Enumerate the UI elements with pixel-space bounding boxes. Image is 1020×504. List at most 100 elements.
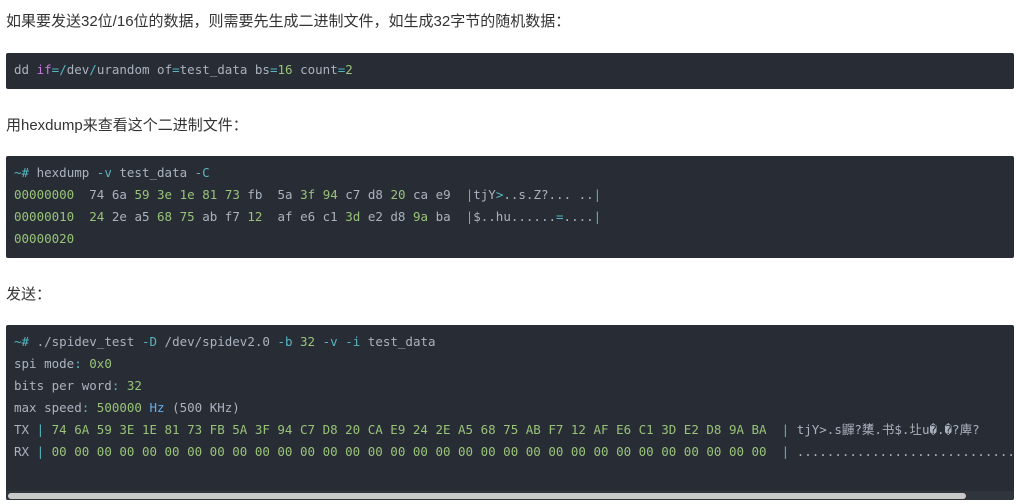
ascii-text: $..hu...... [473,209,557,224]
hex-bytes: ca e9 [405,187,466,202]
path-prefix: /dev/ [157,334,203,349]
hexdump-cmd: hexdump [29,165,97,180]
hex-num: 12 [247,209,263,224]
hex-num: 9a [412,209,429,224]
ascii-text: .... [563,209,594,224]
eq-op: = [172,62,180,77]
tx-label: TX [14,422,30,437]
bs-keyword: bs [254,62,270,77]
hex-num: 3d [345,209,361,224]
hex-num: 3e [157,187,173,202]
max-speed-line: max speed: 500000 Hz (500 KHz) [14,397,1014,419]
speed-khz: (500 KHz) [164,400,240,415]
opt-v: -v [322,334,338,349]
hex-bytes [150,187,158,202]
tx-ascii: tjY>.s鼲?橥.书$.圵u�.�?庳? [796,422,980,437]
offset: 00000010 [14,209,75,224]
colon: : [111,378,127,393]
offset: 00000000 [14,187,75,202]
tx-hex: 74 6A 59 3E 1E 81 73 FB 5A 3F 94 C7 D8 2… [51,422,767,437]
scrollbar-thumb[interactable] [8,493,966,499]
prompt: ~# [14,165,30,180]
dd-code-block: dd if=/dev/urandom of=test_data bs=16 co… [6,53,1014,89]
pipe: | [593,209,602,224]
file-name: test_data [360,334,436,349]
offset: 00000020 [14,231,75,246]
bits-per-word-label: bits per word [14,378,112,393]
hex-bytes: e2 d8 [360,209,413,224]
dev-text: dev [66,62,90,77]
spi-mode-label: spi mode [14,356,75,371]
opt-D: -D [141,334,158,349]
hex-bytes: 2e a5 [104,209,158,224]
pipe: | [766,422,797,437]
count-value: 2 [345,62,353,77]
slash-op: / [59,62,67,77]
send-paragraph: 发送： [6,286,52,303]
pipe: | [29,422,52,437]
hex-bytes: fb 5a [239,187,301,202]
spi-mode-line: spi mode: 0x0 [14,353,1014,375]
of-value: test_data [179,62,248,77]
of-keyword: of [157,62,173,77]
colon: : [74,356,90,371]
max-speed-value: 500000 [96,400,142,415]
ascii-text: tjY [473,187,496,202]
hexdump-row-3: 00000020 [14,228,1014,250]
speed-unit: Hz [149,400,165,415]
hex-num: 20 [390,187,406,202]
hex-bytes: af e6 c1 [262,209,346,224]
opt-v: -v [96,165,112,180]
file-name: test_data [111,165,195,180]
hexdump-row-2: 00000010 24 2e a5 68 75 ab f7 12 af e6 c… [14,206,1014,228]
hexdump-row-1: 00000000 74 6a 59 3e 1e 81 73 fb 5a 3f 9… [14,184,1014,206]
hex-bytes: 74 6a [74,187,135,202]
rx-label: RX [14,444,30,459]
colon: : [81,400,97,415]
hex-bytes [217,187,225,202]
hex-num: 68 [157,209,173,224]
hex-bytes [172,187,180,202]
hex-num: 24 [89,209,105,224]
hex-bytes: ab f7 [194,209,248,224]
spidev-cmd: ./spidev_test [29,334,142,349]
urandom-text: urandom [96,62,150,77]
eq-op: = [556,209,564,224]
hex-bytes: c7 d8 [337,187,391,202]
prompt: ~# [14,334,30,349]
max-speed-label: max speed [14,400,82,415]
eq-op: = [269,62,278,77]
hex-num: 3f [300,187,316,202]
pipe: | [593,187,602,202]
rx-ascii: ................................ [796,444,1014,459]
bits-per-word-value: 32 [126,378,142,393]
pipe: | [29,444,52,459]
dd-command-line: dd if=/dev/urandom of=test_data bs=16 co… [14,59,1014,81]
hexdump-code-block: ~# hexdump -v test_data -C 00000000 74 6… [6,156,1014,258]
hex-bytes [74,209,89,224]
tx-line: TX | 74 6A 59 3E 1E 81 73 FB 5A 3F 94 C7… [14,419,1014,441]
path-device: spidev2.0 [202,334,270,349]
if-keyword: if [36,62,52,77]
opt-C: -C [194,165,210,180]
hexdump-command-line: ~# hexdump -v test_data -C [14,162,1014,184]
hex-num: 1e [179,187,195,202]
hex-bytes [172,209,180,224]
bits-per-word-line: bits per word: 32 [14,375,1014,397]
bits-value: 32 [300,334,316,349]
spidev-code-block: ~# ./spidev_test -D /dev/spidev2.0 -b 32… [6,325,1014,500]
rx-line: RX | 00 00 00 00 00 00 00 00 00 00 00 00… [14,441,1014,463]
intro-paragraph: 如果要发送32位/16位的数据，则需要先生成二进制文件，如生成32字节的随机数据… [6,13,571,30]
hex-bytes: ba [428,209,466,224]
hex-num: 59 [134,187,150,202]
hex-num: 73 [224,187,240,202]
spidev-command-line: ~# ./spidev_test -D /dev/spidev2.0 -b 32… [14,331,1014,353]
count-keyword: count [300,62,338,77]
opt-b: -b [277,334,293,349]
spi-mode-value: 0x0 [89,356,112,371]
dd-cmd: dd [14,62,30,77]
horizontal-scrollbar[interactable] [6,491,1014,500]
ascii-text: ..s.Z?... .. [503,187,594,202]
rx-hex: 00 00 00 00 00 00 00 00 00 00 00 00 00 0… [51,444,767,459]
